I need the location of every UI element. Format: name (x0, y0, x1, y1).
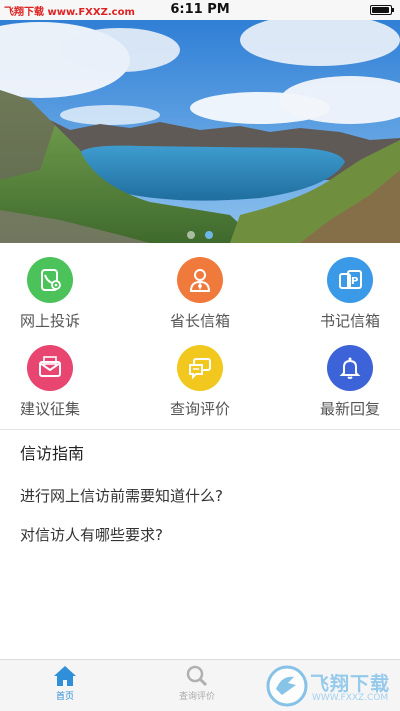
search-icon (186, 665, 208, 687)
guide-section-title: 信访指南 (20, 444, 85, 463)
battery-icon (370, 5, 394, 15)
grid-label: 查询评价 (169, 400, 230, 418)
svg-text:P: P (351, 276, 358, 287)
watermark-text: 飞翔下载 (310, 673, 391, 695)
carousel-dot-2[interactable] (205, 231, 213, 239)
grid-item-latest-replies[interactable]: 最新回复 (295, 331, 400, 421)
watermark-logo: 飞翔下载 WWW.FXXZ.COM (264, 663, 396, 709)
watermark-url: WWW.FXXZ.COM (312, 693, 389, 703)
tab-home[interactable]: 首页 (30, 660, 100, 711)
grid-item-secretary-mailbox[interactable]: P 书记信箱 (295, 243, 400, 333)
grid-label: 书记信箱 (319, 312, 380, 330)
tab-query-evaluate[interactable]: 查询评价 (162, 660, 232, 711)
banner-carousel[interactable] (0, 20, 400, 243)
carousel-dots[interactable] (0, 224, 400, 243)
bell-icon (327, 345, 373, 391)
phone-gear-icon (27, 257, 73, 303)
official-person-icon (177, 257, 223, 303)
envelope-icon (27, 345, 73, 391)
grid-item-governor-mailbox[interactable]: 省长信箱 (145, 243, 255, 333)
tab-label: 查询评价 (178, 692, 215, 702)
mailbox-icon: P (327, 257, 373, 303)
section-divider (0, 429, 400, 430)
tab-label: 首页 (55, 692, 74, 702)
grid-label: 建议征集 (19, 400, 80, 418)
banner-landscape-image (0, 20, 400, 243)
carousel-dot-1[interactable] (187, 231, 195, 239)
chat-bubbles-icon (177, 345, 223, 391)
home-icon (54, 666, 76, 686)
grid-item-online-complaint[interactable]: 网上投诉 (0, 243, 105, 333)
status-bar: 飞翔下载 www.FXXZ.com 6:11 PM (0, 0, 400, 20)
grid-item-query-evaluate[interactable]: 查询评价 (145, 331, 255, 421)
grid-item-suggestions[interactable]: 建议征集 (0, 331, 105, 421)
grid-label: 网上投诉 (19, 312, 80, 330)
grid-label: 最新回复 (319, 400, 380, 418)
status-time: 6:11 PM (170, 2, 230, 17)
grid-label: 省长信箱 (169, 312, 230, 330)
function-grid: 网上投诉 省长信箱 P 书记信箱 建议征集 查询评价 最新回复 (0, 243, 400, 429)
guide-item[interactable]: 进行网上信访前需要知道什么? (20, 485, 223, 506)
guide-item[interactable]: 对信访人有哪些要求? (20, 524, 163, 545)
